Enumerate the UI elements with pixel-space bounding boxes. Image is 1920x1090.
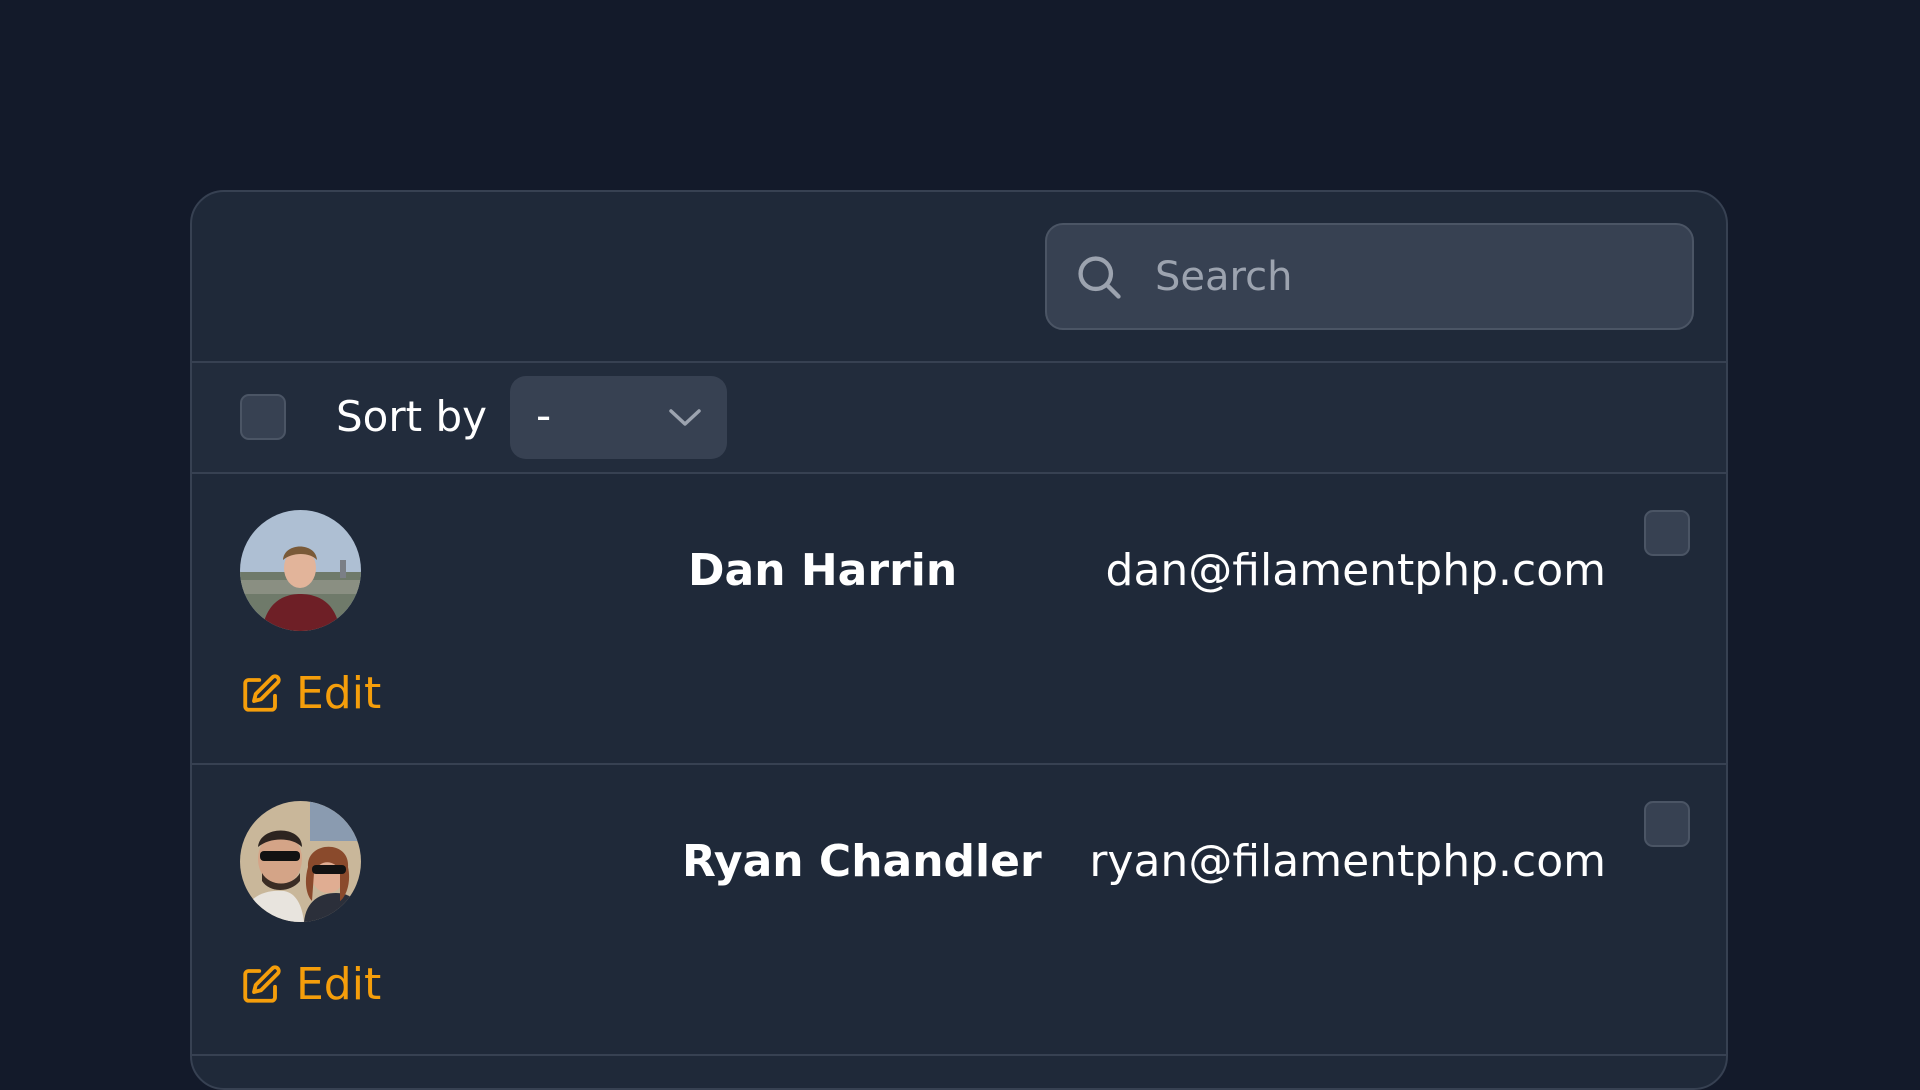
search-box[interactable] bbox=[1045, 223, 1694, 330]
edit-button[interactable]: Edit bbox=[240, 958, 381, 1012]
row-checkbox[interactable] bbox=[1644, 801, 1690, 847]
avatar bbox=[240, 510, 361, 631]
search-input[interactable] bbox=[1155, 225, 1675, 328]
edit-button[interactable]: Edit bbox=[240, 667, 381, 721]
record-name: Dan Harrin bbox=[688, 545, 958, 596]
record-email: ryan@filamentphp.com bbox=[1089, 836, 1606, 887]
table-toolbar bbox=[192, 192, 1726, 363]
table-card: Sort by - Dan Harrin dan@filamentphp.com bbox=[190, 190, 1728, 1090]
sort-bar: Sort by - bbox=[192, 363, 1726, 474]
sort-selected-value: - bbox=[536, 391, 552, 440]
row-checkbox[interactable] bbox=[1644, 510, 1690, 556]
table-row: Dan Harrin dan@filamentphp.com Edit bbox=[192, 474, 1726, 765]
sort-label: Sort by bbox=[336, 392, 487, 441]
edit-label: Edit bbox=[296, 668, 382, 719]
search-icon bbox=[1078, 256, 1121, 299]
avatar bbox=[240, 801, 361, 922]
chevron-down-icon bbox=[669, 409, 701, 426]
record-email: dan@filamentphp.com bbox=[1105, 545, 1606, 596]
sort-select[interactable]: - bbox=[510, 376, 727, 459]
table-row: Ryan Chandler ryan@filamentphp.com Edit bbox=[192, 765, 1726, 1056]
record-name: Ryan Chandler bbox=[682, 836, 1042, 887]
edit-label: Edit bbox=[296, 959, 382, 1010]
edit-icon bbox=[243, 674, 281, 712]
select-all-checkbox[interactable] bbox=[240, 394, 286, 440]
